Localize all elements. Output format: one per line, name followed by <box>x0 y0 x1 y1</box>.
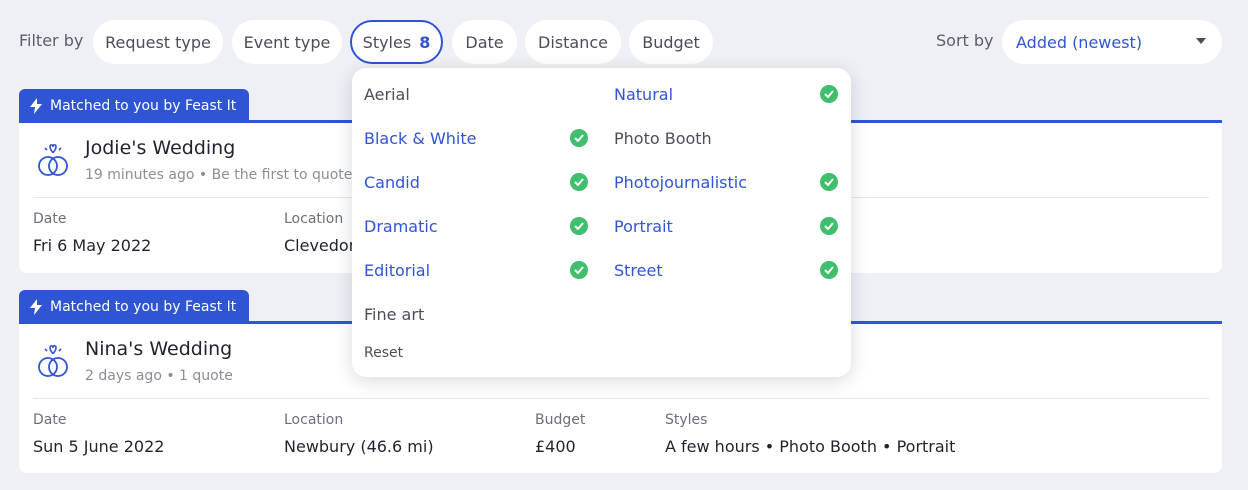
filter-by-label: Filter by <box>19 31 84 50</box>
wedding-rings-icon <box>38 344 68 377</box>
checkmark-icon <box>820 85 838 103</box>
location-value: Newbury (46.6 mi) <box>284 437 434 456</box>
filter-request-type[interactable]: Request type <box>93 20 223 64</box>
style-option-dramatic[interactable]: Dramatic <box>364 217 438 236</box>
style-option-candid[interactable]: Candid <box>364 173 420 192</box>
styles-value: A few hours • Photo Booth • Portrait <box>665 437 956 456</box>
event-subtitle: 2 days ago • 1 quote <box>85 368 233 384</box>
event-title[interactable]: Jodie's Wedding <box>85 137 235 159</box>
event-title[interactable]: Nina's Wedding <box>85 338 232 360</box>
filter-styles-label: Styles <box>362 32 412 52</box>
wedding-rings-icon <box>38 143 68 176</box>
checkmark-icon <box>820 173 838 191</box>
checkmark-icon <box>570 129 588 147</box>
sort-value: Added (newest) <box>1016 32 1143 52</box>
date-label: Date <box>33 412 67 428</box>
location-label: Location <box>284 412 344 428</box>
checkmark-icon <box>820 261 838 279</box>
reset-button[interactable]: Reset <box>364 345 403 361</box>
matched-badge-label: Matched to you by Feast It <box>50 298 237 315</box>
sort-by-label: Sort by <box>936 31 994 50</box>
style-option-portrait[interactable]: Portrait <box>614 217 673 236</box>
budget-label: Budget <box>535 412 586 428</box>
date-label: Date <box>33 211 67 227</box>
sort-select[interactable]: Added (newest) <box>1002 20 1222 64</box>
style-option-aerial[interactable]: Aerial <box>364 85 410 104</box>
checkmark-icon <box>570 173 588 191</box>
checkmark-icon <box>570 261 588 279</box>
filter-request-type-label: Request type <box>105 32 211 52</box>
styles-label: Styles <box>665 412 708 428</box>
event-subtitle: 19 minutes ago • Be the first to quote! <box>85 167 359 183</box>
date-value: Fri 6 May 2022 <box>33 236 152 255</box>
location-label: Location <box>284 211 344 227</box>
card-divider <box>33 398 1209 399</box>
style-option-photojournalistic[interactable]: Photojournalistic <box>614 173 747 192</box>
filter-styles-count: 8 <box>419 32 431 52</box>
matched-badge-label: Matched to you by Feast It <box>50 97 237 114</box>
style-option-black-white[interactable]: Black & White <box>364 129 476 148</box>
lightning-bolt-icon <box>30 298 42 315</box>
filter-styles[interactable]: Styles 8 <box>350 20 443 64</box>
style-option-natural[interactable]: Natural <box>614 85 673 104</box>
filter-distance[interactable]: Distance <box>525 20 621 64</box>
chevron-down-icon <box>1196 38 1206 44</box>
date-value: Sun 5 June 2022 <box>33 437 165 456</box>
filter-budget[interactable]: Budget <box>629 20 713 64</box>
filter-budget-label: Budget <box>642 32 700 52</box>
checkmark-icon <box>570 217 588 235</box>
filter-date[interactable]: Date <box>452 20 517 64</box>
location-value: Clevedon <box>284 236 359 255</box>
checkmark-icon <box>820 217 838 235</box>
styles-dropdown: Aerial Natural Black & White Photo Booth… <box>352 68 851 377</box>
filter-date-label: Date <box>465 32 504 52</box>
filter-event-type[interactable]: Event type <box>232 20 342 64</box>
style-option-fine-art[interactable]: Fine art <box>364 305 424 324</box>
lightning-bolt-icon <box>30 97 42 114</box>
matched-badge: Matched to you by Feast It <box>19 290 249 323</box>
style-option-editorial[interactable]: Editorial <box>364 261 430 280</box>
matched-badge: Matched to you by Feast It <box>19 89 249 122</box>
filter-distance-label: Distance <box>538 32 608 52</box>
style-option-street[interactable]: Street <box>614 261 663 280</box>
budget-value: £400 <box>535 437 576 456</box>
filter-event-type-label: Event type <box>243 32 331 52</box>
style-option-photo-booth[interactable]: Photo Booth <box>614 129 712 148</box>
